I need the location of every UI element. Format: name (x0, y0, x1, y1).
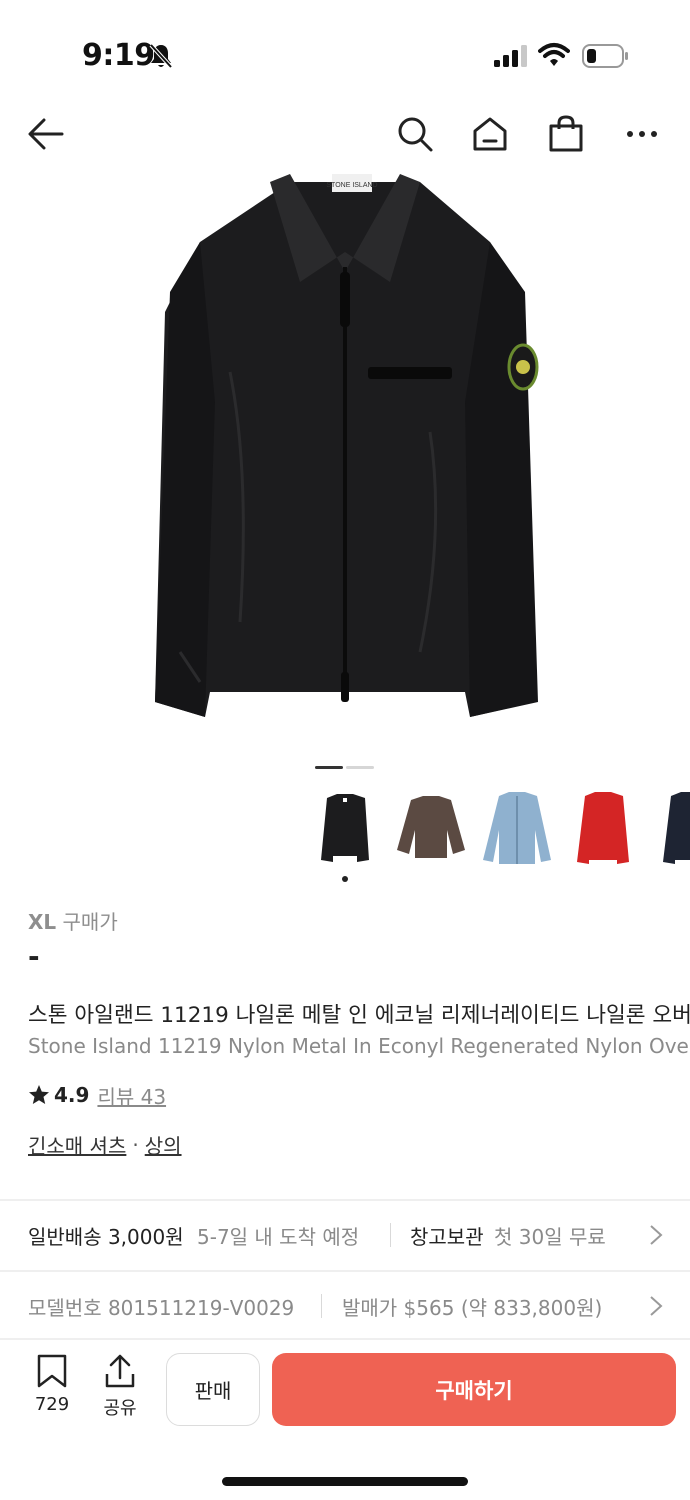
thumbnail-brown[interactable] (393, 790, 469, 870)
model-number: 모델번호 801511219-V0029 (28, 1295, 295, 1320)
row-separator (321, 1294, 322, 1318)
pager-active (315, 766, 343, 769)
share-label: 공유 (103, 1398, 137, 1419)
share-button[interactable]: 공유 (90, 1354, 150, 1424)
color-thumbnails (0, 790, 690, 885)
category-link-shirts[interactable]: 긴소매 셔츠 (28, 1130, 126, 1159)
category-breadcrumb: 긴소매 셔츠 · 상의 (28, 1130, 182, 1159)
price-value: - (28, 940, 40, 973)
chevron-right-icon (650, 1225, 663, 1245)
thumbnail-light-blue[interactable] (479, 790, 555, 870)
share-icon (105, 1354, 135, 1388)
category-link-tops[interactable]: 상의 (145, 1130, 182, 1159)
category-separator: · (132, 1132, 139, 1157)
more-icon[interactable] (622, 114, 662, 154)
storage-label: 창고보관 (410, 1224, 484, 1249)
price-label: 구매가 (62, 910, 118, 934)
bookmark-count: 729 (34, 1394, 70, 1415)
selected-thumbnail-dot (342, 876, 348, 882)
storage-detail: 첫 30일 무료 (494, 1224, 606, 1249)
top-nav (0, 100, 690, 170)
buy-button[interactable]: 구매하기 (272, 1353, 676, 1426)
thumbnail-red[interactable] (565, 790, 641, 870)
size-price-label: XL 구매가 (28, 906, 118, 935)
battery-icon (582, 44, 628, 68)
pager-inactive (346, 766, 374, 769)
bookmark-button[interactable]: 729 (22, 1354, 82, 1424)
bottom-action-bar: 729 공유 판매 구매하기 (0, 1340, 690, 1440)
back-arrow-icon[interactable] (26, 114, 66, 154)
thumbnail-black[interactable] (307, 790, 383, 870)
shipping-eta: 5-7일 내 도착 예정 (197, 1224, 360, 1249)
release-price: 발매가 $565 (약 833,800원) (342, 1295, 603, 1320)
model-info-row[interactable]: 모델번호 801511219-V0029 발매가 $565 (약 833,800… (0, 1272, 690, 1340)
shipping-info-row[interactable]: 일반배송 3,000원 5-7일 내 도착 예정 창고보관 첫 30일 무료 (0, 1201, 690, 1269)
rating-value: 4.9 (54, 1083, 90, 1107)
review-link[interactable]: 리뷰 43 (97, 1081, 166, 1110)
size-label: XL (28, 910, 57, 934)
rating: 4.9 리뷰 43 (28, 1080, 166, 1110)
home-icon[interactable] (470, 114, 510, 154)
image-pager (315, 766, 375, 770)
shipping-label: 일반배송 3,000원 (28, 1224, 184, 1249)
status-bar: 9:19 (0, 0, 690, 100)
bell-off-icon (149, 43, 173, 69)
row-separator (390, 1223, 391, 1247)
star-icon (29, 1085, 49, 1104)
wifi-icon (538, 43, 570, 66)
bookmark-icon (37, 1354, 67, 1388)
status-time: 9:19 (82, 38, 155, 73)
search-icon[interactable] (395, 114, 435, 154)
sell-button[interactable]: 판매 (166, 1353, 260, 1426)
product-image[interactable]: STONE ISLAND (0, 172, 690, 752)
chevron-right-icon (650, 1296, 663, 1316)
shopping-bag-icon[interactable] (546, 114, 586, 154)
product-title-en: Stone Island 11219 Nylon Metal In Econyl… (28, 1034, 690, 1058)
signal-icon (494, 45, 527, 67)
home-indicator[interactable] (222, 1477, 468, 1486)
svg-text:STONE ISLAND: STONE ISLAND (326, 182, 377, 189)
product-title-ko: 스톤 아일랜드 11219 나일론 메탈 인 에코닐 리제너레이티드 나일론 오… (28, 1003, 690, 1028)
thumbnail-navy[interactable] (651, 790, 690, 870)
